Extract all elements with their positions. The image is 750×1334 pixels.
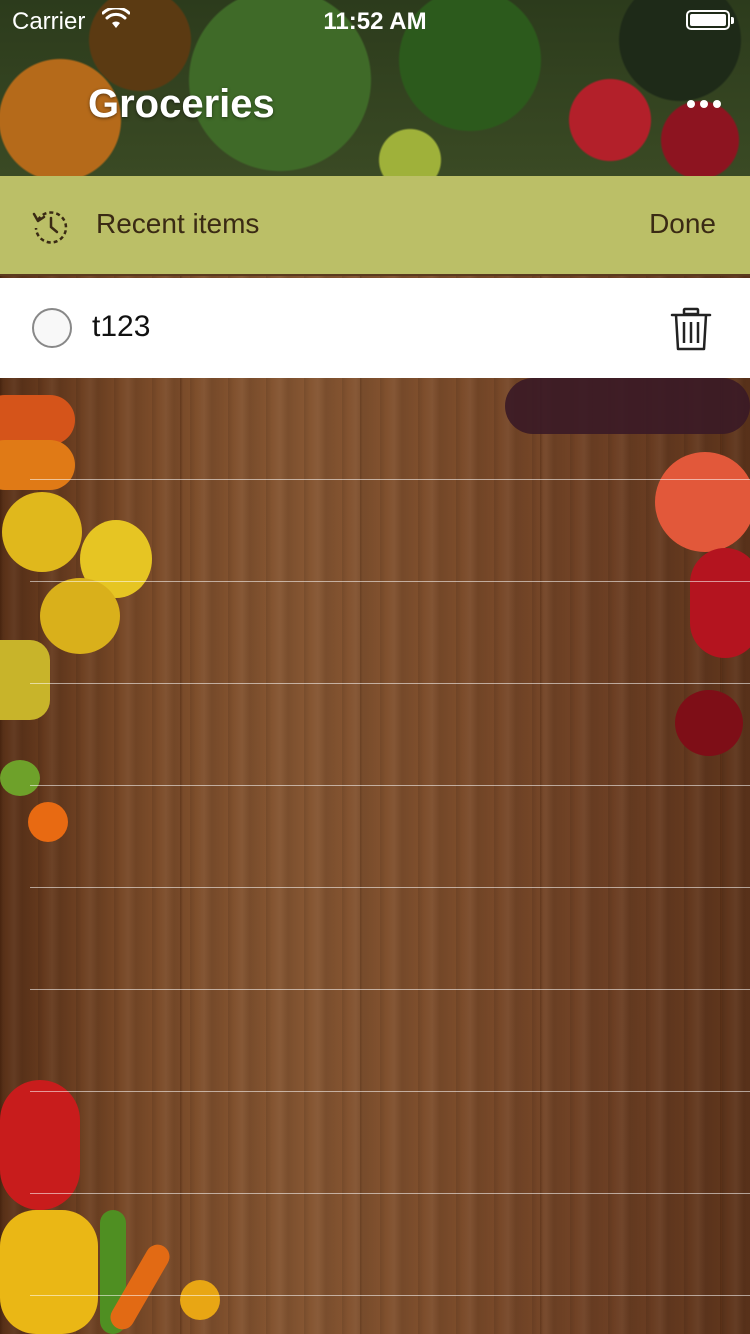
row-divider bbox=[30, 581, 750, 582]
history-icon bbox=[32, 211, 68, 244]
row-divider bbox=[30, 683, 750, 684]
recent-items-bar: Recent items Done bbox=[0, 176, 750, 276]
status-time: 11:52 AM bbox=[323, 8, 427, 35]
row-divider bbox=[30, 479, 750, 480]
row-divider bbox=[30, 1193, 750, 1194]
recent-items-label: Recent items bbox=[96, 208, 260, 239]
done-button[interactable]: Done bbox=[649, 208, 716, 240]
more-options-button[interactable] bbox=[680, 88, 728, 120]
more-dot-icon bbox=[687, 100, 695, 108]
page-title: Groceries bbox=[88, 82, 275, 126]
battery-icon bbox=[686, 10, 734, 30]
item-checkbox[interactable] bbox=[32, 308, 72, 348]
item-label: t123 bbox=[92, 310, 151, 343]
row-divider bbox=[30, 1091, 750, 1092]
row-divider bbox=[30, 1295, 750, 1296]
list-item[interactable]: t123 bbox=[0, 278, 750, 378]
row-divider bbox=[30, 785, 750, 786]
row-divider bbox=[30, 887, 750, 888]
more-dot-icon bbox=[713, 100, 721, 108]
trash-icon[interactable] bbox=[668, 306, 714, 352]
row-divider bbox=[30, 989, 750, 990]
more-dot-icon bbox=[700, 100, 708, 108]
status-bar: Carrier 11:52 AM bbox=[0, 0, 750, 40]
